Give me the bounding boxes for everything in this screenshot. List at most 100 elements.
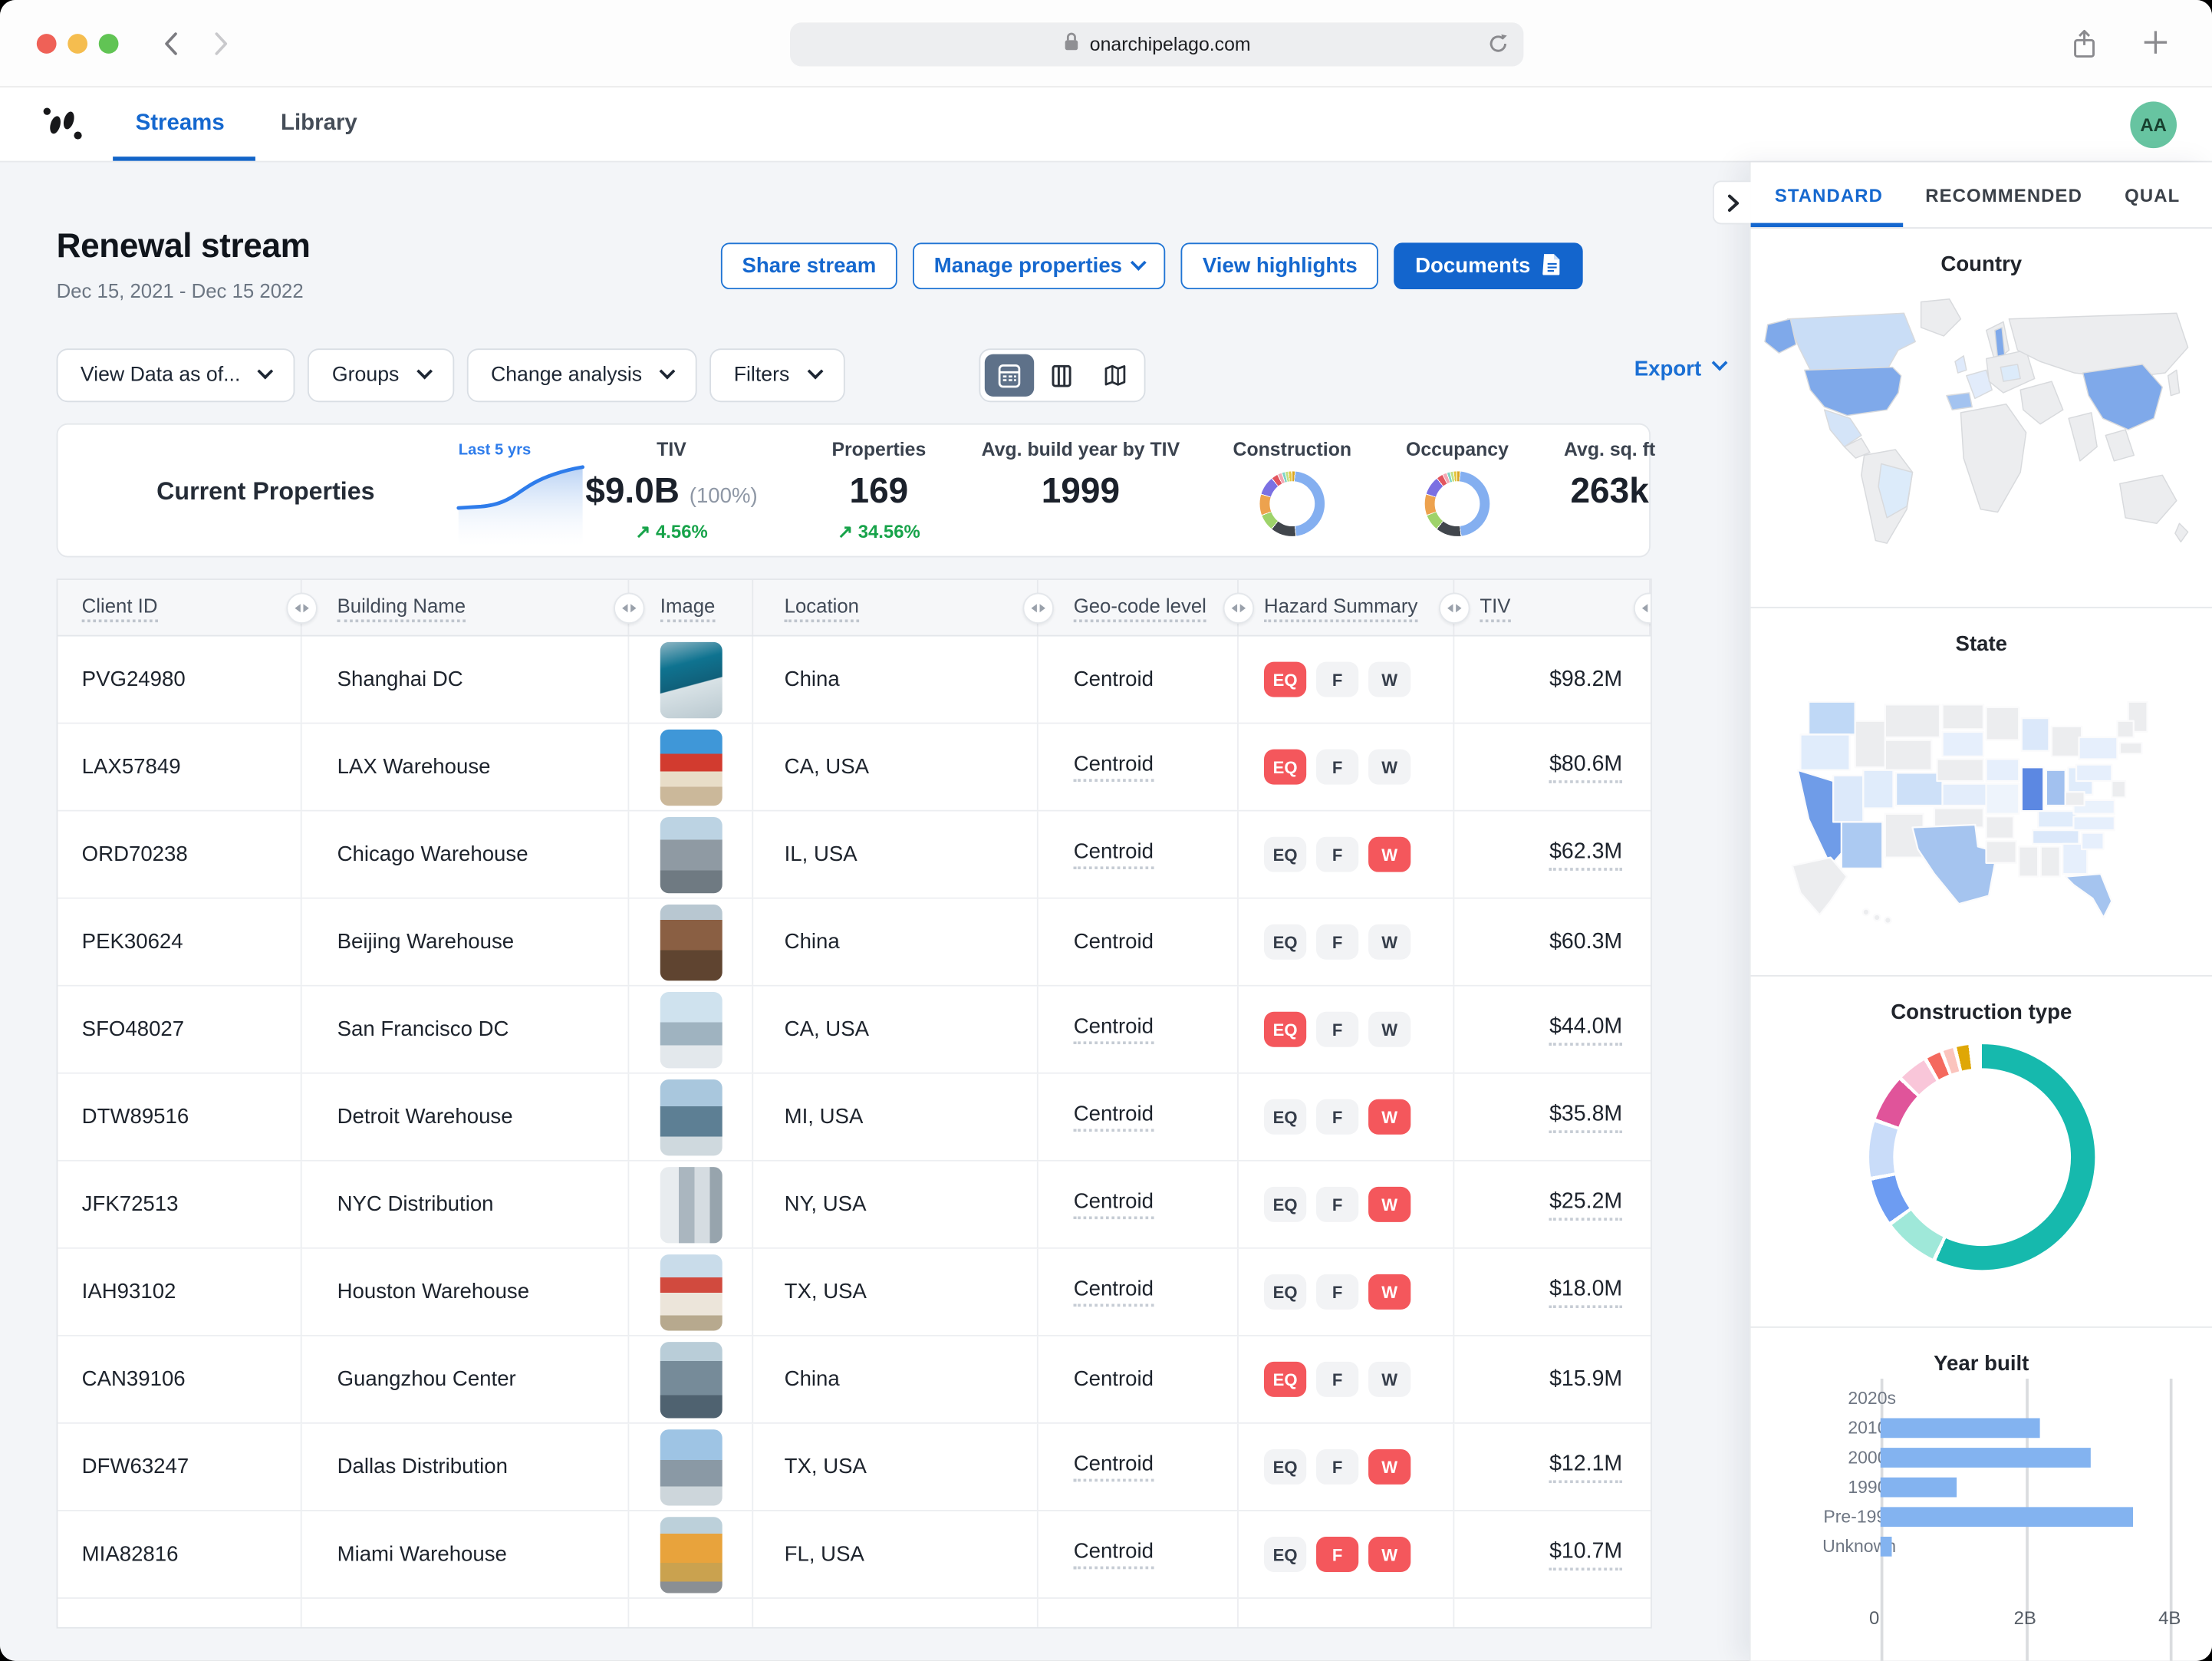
table-row: PEK30624 Beijing Warehouse China Centroi… <box>58 899 1651 987</box>
view-map-button[interactable] <box>1090 354 1140 397</box>
back-icon[interactable] <box>158 30 186 58</box>
tiv-value[interactable]: $35.8M <box>1549 1102 1622 1132</box>
property-image[interactable] <box>660 1516 723 1592</box>
hazard-badge-f: F <box>1316 750 1358 785</box>
column-header-building-name[interactable]: Building Name <box>302 580 630 635</box>
dropdown-view-data-as-of[interactable]: View Data as of... <box>57 348 296 402</box>
column-resize-handle[interactable] <box>1223 593 1254 624</box>
property-image[interactable] <box>660 1166 723 1242</box>
dropdown-groups[interactable]: Groups <box>308 348 454 402</box>
tiv-value[interactable]: $18.0M <box>1549 1277 1622 1307</box>
column-header-hazard-summary[interactable]: Hazard Summary <box>1239 580 1454 635</box>
column-header-client-id[interactable]: Client ID <box>58 580 301 635</box>
dropdown-change-analysis[interactable]: Change analysis <box>467 348 697 402</box>
location: CA, USA <box>785 755 869 779</box>
manage-properties-button[interactable]: Manage properties <box>913 242 1166 289</box>
hazard-badges: EQFW <box>1239 1162 1454 1247</box>
view-columns-button[interactable] <box>1037 354 1087 397</box>
geo-code-value[interactable]: Centroid <box>1074 1014 1154 1044</box>
hazard-badges: EQFW <box>1239 812 1454 898</box>
nav-tab-streams[interactable]: Streams <box>136 87 225 161</box>
tiv-value[interactable]: $44.0M <box>1549 1014 1622 1045</box>
property-image[interactable] <box>660 991 723 1067</box>
hazard-badge-w: W <box>1368 662 1410 697</box>
chevron-down-icon <box>1712 355 1728 371</box>
chevron-down-icon <box>660 364 676 380</box>
column-header-image[interactable]: Image <box>629 580 753 635</box>
property-image[interactable] <box>660 1254 723 1330</box>
view-highlights-button[interactable]: View highlights <box>1181 242 1378 289</box>
view-table-button[interactable] <box>985 354 1035 397</box>
column-header-location[interactable]: Location <box>753 580 1039 635</box>
hazard-badges: EQFW <box>1239 1424 1454 1510</box>
new-tab-icon[interactable] <box>2141 28 2170 64</box>
hazard-badge-w: W <box>1368 1012 1410 1047</box>
panel-tab-qual[interactable]: QUAL <box>2125 163 2180 228</box>
metric-tiv: TIV $9.0B (100%) ↗ 4.56% <box>545 439 798 543</box>
client-id: DFW63247 <box>82 1455 189 1478</box>
tiv-value: $98.2M <box>1549 667 1622 692</box>
column-resize-handle[interactable] <box>286 593 317 624</box>
property-image[interactable] <box>660 1429 723 1504</box>
archipelago-logo[interactable] <box>40 103 85 152</box>
minimize-button[interactable] <box>67 34 87 54</box>
column-header-geo-code-level[interactable]: Geo-code level <box>1039 580 1239 635</box>
avatar[interactable]: AA <box>2130 101 2177 148</box>
dropdown-filters[interactable]: Filters <box>709 348 844 402</box>
zoom-button[interactable] <box>99 34 119 54</box>
app-navbar: Streams Library AA <box>0 87 2212 162</box>
hazard-badge-eq: EQ <box>1264 837 1306 872</box>
property-image[interactable] <box>660 1079 723 1155</box>
hazard-badge-w: W <box>1368 1187 1410 1222</box>
hazard-badge-w: W <box>1368 1449 1410 1485</box>
hazard-badges: EQFW <box>1239 1336 1454 1422</box>
active-tab-underline <box>113 157 255 161</box>
nav-tab-library[interactable]: Library <box>281 87 357 161</box>
location: China <box>785 1367 840 1391</box>
refresh-icon[interactable] <box>1487 32 1509 62</box>
panel-tab-recommended[interactable]: RECOMMENDED <box>1925 163 2082 228</box>
hazard-badge-eq: EQ <box>1264 1099 1306 1135</box>
hazard-badge-eq: EQ <box>1264 750 1306 785</box>
tiv-value[interactable]: $25.2M <box>1549 1189 1622 1220</box>
documents-button[interactable]: Documents <box>1394 242 1583 289</box>
export-button[interactable]: Export <box>1634 357 1726 381</box>
panel-collapse-button[interactable] <box>1713 180 1751 224</box>
close-button[interactable] <box>37 34 57 54</box>
tiv-value[interactable]: $80.6M <box>1549 751 1622 782</box>
year-built-chart: 2020s2010s2000s1990sPre-1990Unknown02B4B <box>1751 1384 2212 1652</box>
column-resize-handle[interactable] <box>614 593 644 624</box>
building-name: NYC Distribution <box>337 1192 494 1216</box>
location: China <box>785 667 840 691</box>
geo-code-value[interactable]: Centroid <box>1074 752 1154 782</box>
share-icon[interactable] <box>2069 28 2099 68</box>
property-image[interactable] <box>660 641 723 717</box>
geo-code-value[interactable]: Centroid <box>1074 1277 1154 1307</box>
column-resize-handle[interactable] <box>1022 593 1053 624</box>
property-image[interactable] <box>660 1341 723 1417</box>
hazard-badge-f: F <box>1316 924 1358 960</box>
forward-icon[interactable] <box>206 30 235 58</box>
geo-code-value[interactable]: Centroid <box>1074 1102 1154 1132</box>
hazard-badge-eq: EQ <box>1264 1362 1306 1397</box>
column-resize-handle[interactable] <box>1439 593 1470 624</box>
column-header-tiv[interactable]: TIV <box>1454 580 1651 635</box>
table-row: CAN39106 Guangzhou Center China Centroid… <box>58 1336 1651 1424</box>
address-bar[interactable]: onarchipelago.com <box>790 22 1523 66</box>
geo-code-value[interactable]: Centroid <box>1074 1540 1154 1570</box>
tiv-value[interactable]: $10.7M <box>1549 1539 1622 1570</box>
property-image[interactable] <box>660 729 723 805</box>
share-stream-button[interactable]: Share stream <box>721 242 897 289</box>
geo-code-value[interactable]: Centroid <box>1074 1452 1154 1482</box>
tiv-value[interactable]: $12.1M <box>1549 1452 1622 1482</box>
tiv-value[interactable]: $62.3M <box>1549 839 1622 869</box>
category-label: 2000s <box>1783 1448 1896 1468</box>
axis-tick-label: 0 <box>1869 1607 1879 1629</box>
geo-code-value[interactable]: Centroid <box>1074 839 1154 869</box>
panel-tab-standard[interactable]: STANDARD <box>1775 163 1883 228</box>
geo-code-value[interactable]: Centroid <box>1074 1190 1154 1220</box>
property-image[interactable] <box>660 904 723 980</box>
property-image[interactable] <box>660 816 723 892</box>
section-title: Construction type <box>1751 977 2212 1025</box>
location: CA, USA <box>785 1017 869 1041</box>
